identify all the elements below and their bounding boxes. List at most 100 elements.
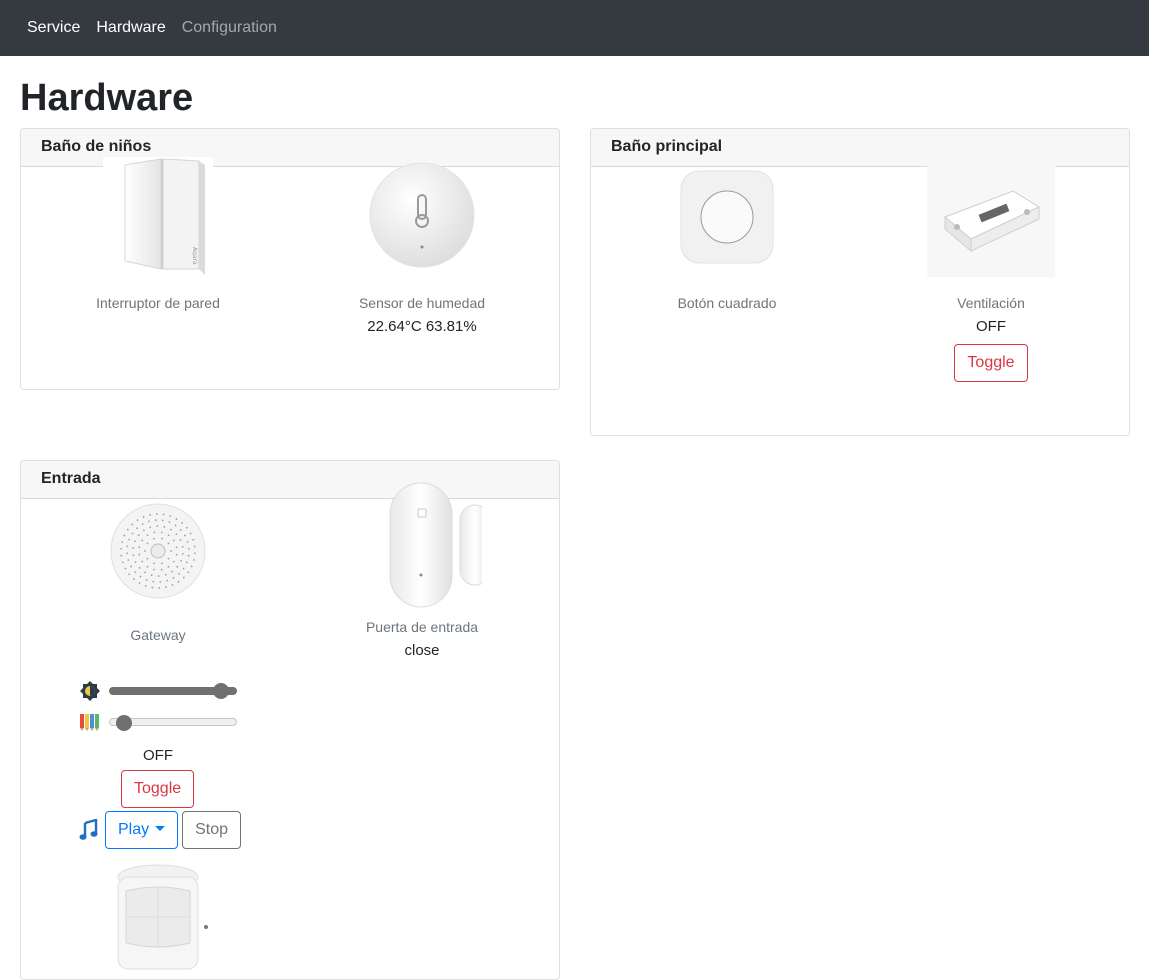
speaker-dot (150, 574, 153, 577)
speaker-dot (156, 525, 159, 527)
speaker-dot (183, 534, 186, 537)
gateway-icon[interactable] (98, 489, 218, 609)
play-dropdown-button[interactable]: Play (105, 811, 179, 849)
speaker-dot (126, 528, 129, 531)
speaker-dot (154, 519, 157, 521)
speaker-dot (175, 546, 178, 549)
speaker-dot (138, 582, 141, 584)
speaker-dot (120, 547, 122, 550)
color-slider-thumb[interactable] (115, 715, 132, 731)
brightness-slider-thumb[interactable] (213, 683, 230, 699)
speaker-dot (192, 559, 195, 561)
brightness-icon (80, 681, 100, 701)
speaker-dot (126, 545, 129, 548)
speaker-dot (176, 565, 179, 568)
speaker-dot (142, 529, 145, 532)
speaker-dot (169, 515, 172, 517)
speaker-dot (120, 554, 123, 557)
speaker-dot (128, 538, 131, 541)
device-name: Botón cuadrado (677, 295, 777, 311)
speaker-dot (186, 541, 189, 543)
speaker-dot (123, 534, 126, 537)
speaker-dot (187, 571, 190, 574)
nav-service[interactable]: Service (27, 19, 80, 37)
speaker-dot (132, 554, 135, 557)
speaker-dot (144, 571, 146, 574)
speaker-dot (178, 572, 180, 575)
brightness-control (79, 680, 237, 702)
speaker-dot (161, 519, 164, 522)
speaker-dot (137, 534, 140, 537)
speaker-dot (185, 526, 188, 529)
speaker-dot (152, 580, 155, 583)
play-label: Play (118, 821, 150, 838)
speaker-dot (144, 550, 146, 552)
speaker-dot (160, 531, 163, 534)
speaker-dot (138, 546, 141, 549)
speaker-dot (171, 584, 174, 586)
device-name: Sensor de humedad (358, 295, 486, 311)
speaker-dot (161, 537, 163, 540)
speaker-dot (181, 545, 184, 548)
card-banio-principal: Baño principal Botón cuadrado Ventilació… (590, 128, 1130, 436)
speaker-dot (172, 560, 175, 563)
speaker-dot (149, 513, 151, 516)
device-name: Interruptor de pared (96, 295, 220, 311)
speaker-dot (179, 539, 182, 541)
speaker-dot (177, 580, 180, 583)
speaker-dot (126, 552, 128, 555)
speaker-dot (167, 557, 170, 560)
speaker-dot (164, 573, 167, 576)
card-banio-ninos: Baño de niños Aqara Interruptor de pared… (20, 128, 560, 390)
speaker-dot (134, 571, 137, 573)
chevron-down-icon (155, 826, 166, 831)
speaker-dot (133, 578, 135, 581)
ventilation-toggle-button[interactable]: Toggle (954, 344, 1028, 382)
speaker-dot (151, 586, 154, 589)
brightness-slider[interactable] (109, 683, 237, 699)
speaker-dot (188, 547, 190, 550)
device-ventilation: Ventilación OFF Toggle (911, 157, 1071, 382)
speaker-dot (192, 538, 195, 541)
color-slider[interactable] (109, 715, 237, 731)
gateway-toggle-button[interactable]: Toggle (121, 770, 195, 808)
speaker-dot (146, 534, 149, 537)
motion-sensor-icon[interactable] (98, 857, 218, 977)
speaker-dot (165, 586, 167, 589)
speaker-dot (181, 521, 183, 524)
speaker-dot (153, 562, 155, 565)
stop-button[interactable]: Stop (182, 811, 242, 849)
device-name: Ventilación (957, 295, 1025, 311)
wall-switch-icon[interactable]: Aqara (103, 157, 213, 277)
speaker-dot (182, 576, 185, 579)
square-button-icon[interactable] (667, 157, 787, 277)
speaker-dot (141, 539, 144, 542)
nav-hardware[interactable]: Hardware (96, 19, 165, 37)
speaker-dot (167, 534, 170, 537)
speaker-dot (159, 581, 162, 583)
speaker-dot (187, 554, 190, 557)
speaker-dot (121, 541, 124, 543)
speaker-dot (180, 559, 182, 562)
speaker-dot (132, 547, 135, 550)
color-control (79, 712, 237, 732)
humidity-sensor-icon[interactable] (362, 157, 482, 277)
speaker-dot (131, 523, 134, 526)
speaker-dot (157, 575, 160, 577)
door-sensor-icon[interactable] (362, 481, 482, 609)
speaker-dot (134, 540, 136, 543)
speaker-dot (182, 567, 185, 570)
nav-configuration[interactable]: Configuration (182, 19, 277, 37)
speaker-dot (175, 518, 178, 520)
music-note-icon (79, 819, 98, 840)
speaker-dot (149, 526, 152, 529)
speaker-dot (141, 523, 144, 526)
speaker-dot (158, 587, 161, 589)
device-gateway: Gateway (78, 489, 238, 646)
speaker-dot (163, 525, 166, 528)
speaker-dot (168, 521, 171, 524)
speaker-dot (175, 533, 178, 535)
relay-switch-icon[interactable] (927, 157, 1055, 277)
speaker-dot (189, 532, 192, 535)
speaker-dot (146, 542, 149, 545)
